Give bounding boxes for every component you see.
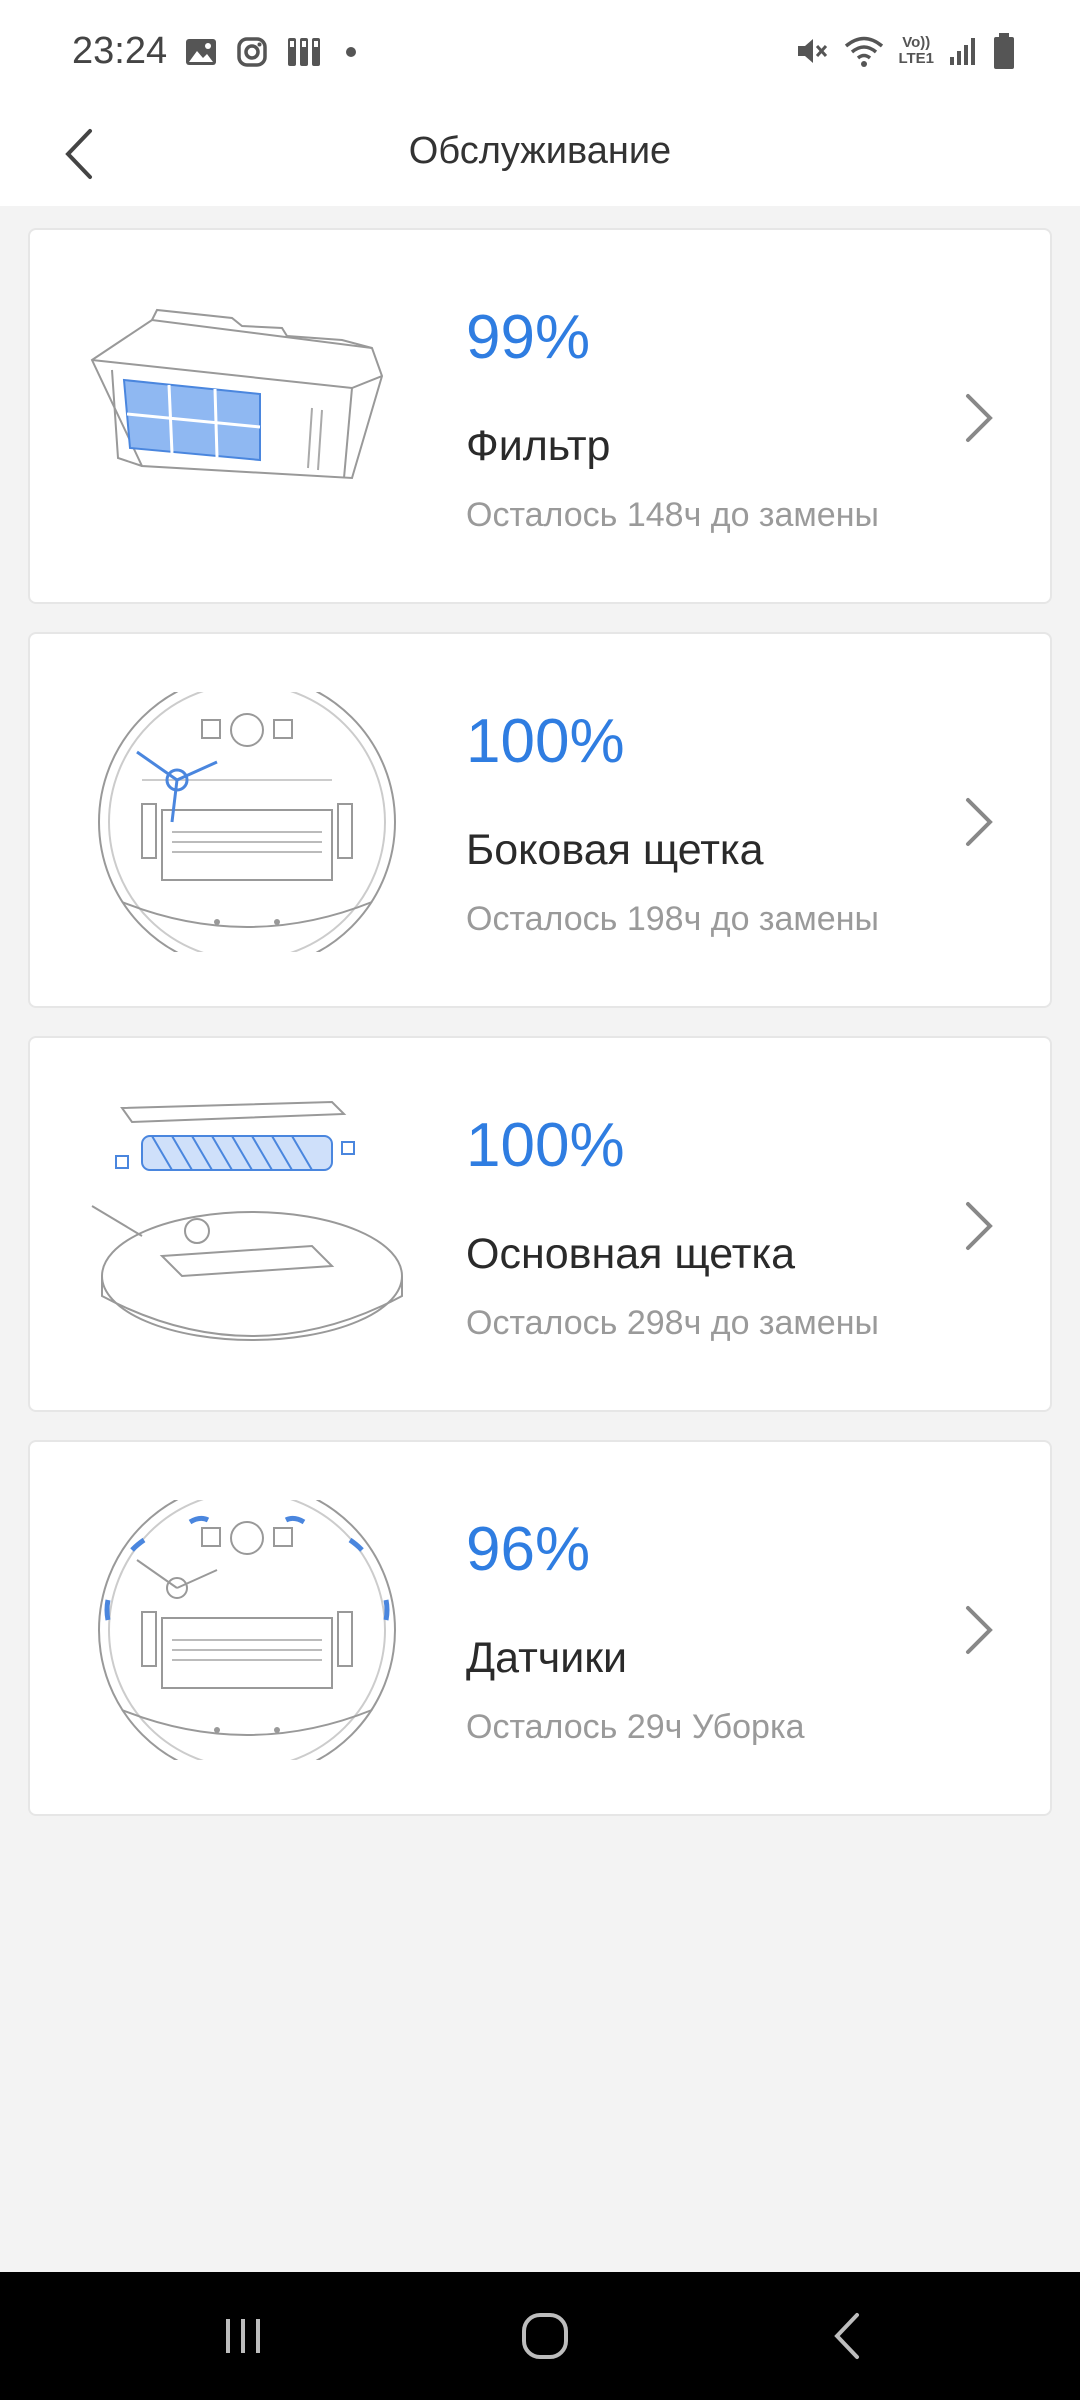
recents-icon [226, 2319, 260, 2353]
item-remaining: Осталось 298ч до замены [466, 1304, 879, 1342]
instagram-icon [237, 37, 267, 67]
item-name: Основная щетка [466, 1230, 796, 1278]
home-button[interactable] [500, 2296, 590, 2376]
chevron-right-icon [966, 394, 993, 442]
app-header: Обслуживание [0, 100, 1080, 206]
gallery-icon [186, 39, 216, 65]
maintenance-item-main-brush[interactable]: 100% Основная щетка Осталось 298ч до зам… [28, 1036, 1052, 1412]
wifi-icon [845, 36, 884, 67]
chevron-right-icon [966, 1606, 993, 1654]
system-icons: Vo)) LTE1 [794, 32, 1016, 70]
item-percent: 96% [466, 1515, 591, 1584]
volte-icon: Vo)) LTE1 [898, 34, 934, 67]
nav-back-button[interactable] [802, 2296, 892, 2376]
item-name: Датчики [466, 1634, 628, 1682]
maintenance-item-sensors[interactable]: 96% Датчики Осталось 29ч Уборка [28, 1440, 1052, 1816]
status-time: 23:24 [72, 30, 168, 72]
home-icon [522, 2313, 568, 2359]
chevron-right-icon [966, 798, 993, 846]
nav-back-icon [834, 2313, 859, 2359]
filter-image [90, 308, 384, 480]
page-title: Обслуживание [408, 130, 672, 172]
app-icon [288, 38, 320, 66]
maintenance-list: 99% Фильтр Осталось 148ч до замены 100% … [28, 228, 1052, 1844]
status-bar: 23:24 Vo)) LTE1 [0, 0, 1080, 100]
dot-icon [346, 47, 356, 57]
notification-icons [184, 36, 362, 68]
mute-icon [798, 39, 828, 63]
recents-button[interactable] [198, 2296, 288, 2376]
item-name: Боковая щетка [466, 826, 764, 874]
item-remaining: Осталось 29ч Уборка [466, 1708, 805, 1746]
signal-icon [950, 38, 975, 65]
chevron-right-icon [966, 1202, 993, 1250]
maintenance-item-filter[interactable]: 99% Фильтр Осталось 148ч до замены [28, 228, 1052, 604]
item-remaining: Осталось 198ч до замены [466, 900, 879, 938]
item-name: Фильтр [466, 422, 611, 470]
side-brush-image [98, 692, 396, 952]
maintenance-item-side-brush[interactable]: 100% Боковая щетка Осталось 198ч до заме… [28, 632, 1052, 1008]
main-brush-image [91, 1100, 403, 1341]
sensors-image [98, 1500, 396, 1760]
battery-icon [994, 33, 1014, 69]
item-remaining: Осталось 148ч до замены [466, 496, 879, 534]
item-percent: 100% [466, 1111, 625, 1180]
system-nav-bar [0, 2272, 1080, 2400]
item-percent: 100% [466, 707, 625, 776]
item-percent: 99% [466, 303, 591, 372]
